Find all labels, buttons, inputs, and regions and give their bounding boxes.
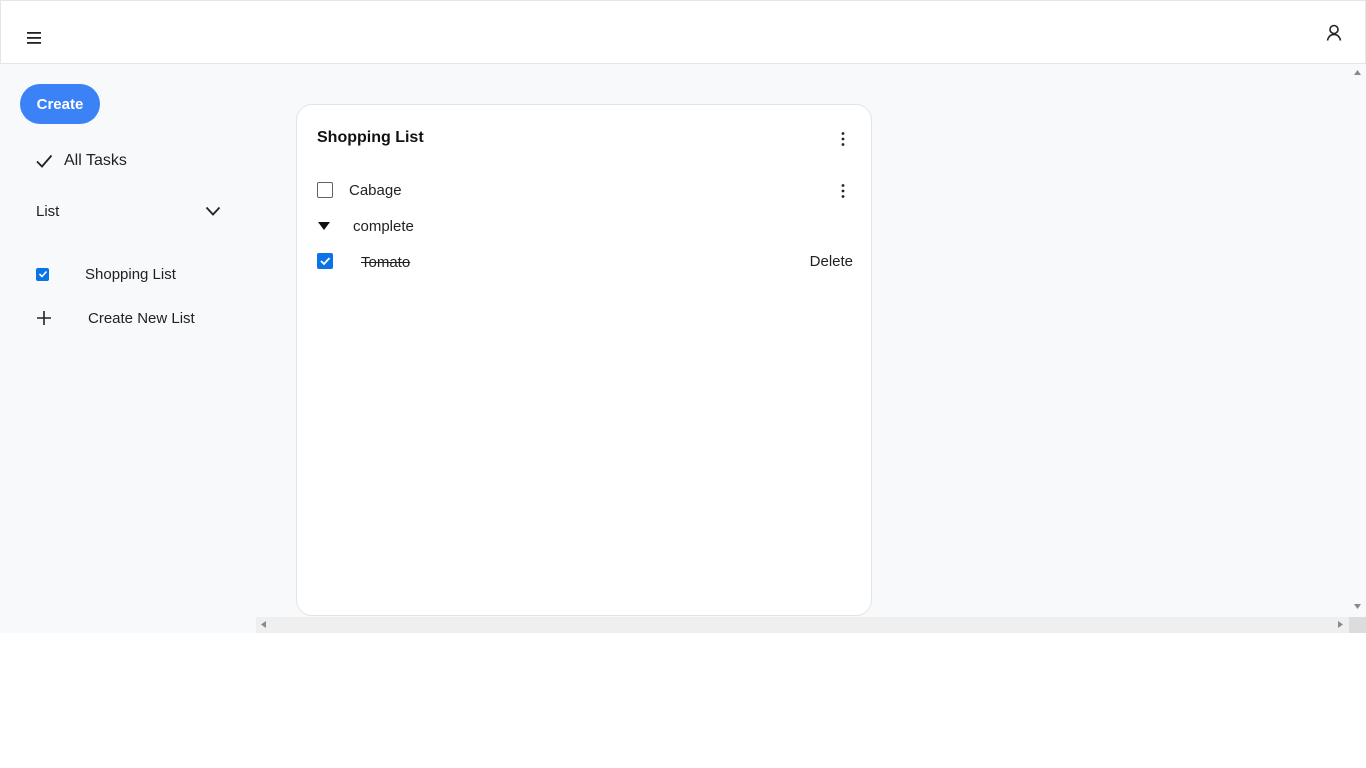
scroll-up-arrow-icon[interactable]: [1354, 70, 1361, 75]
sidebar-item-all-tasks[interactable]: All Tasks: [34, 148, 127, 174]
sidebar-item-label: Shopping List: [85, 265, 176, 283]
checkmark-icon: [320, 257, 331, 266]
list-visibility-checkbox[interactable]: [36, 267, 49, 281]
top-app-bar: [0, 0, 1366, 64]
plus-icon: [37, 311, 51, 325]
scroll-right-arrow-icon[interactable]: [1338, 621, 1343, 628]
user-account-icon[interactable]: [1323, 22, 1345, 44]
task-row: Cabage: [317, 181, 853, 201]
list-title: Shopping List: [317, 129, 424, 146]
scroll-left-arrow-icon[interactable]: [261, 621, 266, 628]
sidebar-item-shopping-list[interactable]: Shopping List: [36, 262, 176, 286]
create-button[interactable]: Create: [20, 84, 100, 124]
list-section-label: List: [36, 202, 60, 220]
main-app-area: Create All Tasks List Shopping List Crea…: [0, 64, 1366, 633]
sidebar-list-section-toggle[interactable]: List: [36, 198, 222, 224]
list-options-more-vert-icon[interactable]: [833, 129, 853, 149]
task-checkbox[interactable]: [317, 182, 333, 198]
chevron-down-icon: [205, 206, 221, 216]
task-label: Tomato: [361, 254, 411, 271]
caret-down-icon: [318, 222, 330, 230]
checkmark-icon: [38, 270, 47, 278]
task-label: Cabage: [349, 182, 402, 199]
completed-section-label: complete: [353, 218, 414, 235]
vertical-scrollbar[interactable]: [1349, 64, 1366, 617]
task-options-more-vert-icon[interactable]: [833, 181, 853, 201]
create-new-list-label: Create New List: [88, 309, 195, 327]
completed-task-row: Tomato Delete: [317, 253, 853, 273]
hamburger-menu-icon[interactable]: [23, 27, 45, 49]
checkmark-icon: [36, 154, 53, 168]
horizontal-scrollbar[interactable]: [256, 617, 1349, 633]
create-new-list-button[interactable]: Create New List: [34, 306, 195, 330]
delete-task-button[interactable]: Delete: [810, 253, 853, 270]
scrollbar-corner: [1349, 617, 1366, 633]
task-checkbox[interactable]: [317, 253, 333, 269]
task-list-card: Shopping List Cabage complete Tomato Del…: [296, 104, 872, 616]
scroll-down-arrow-icon[interactable]: [1354, 604, 1361, 609]
sidebar-item-label: All Tasks: [64, 152, 127, 169]
